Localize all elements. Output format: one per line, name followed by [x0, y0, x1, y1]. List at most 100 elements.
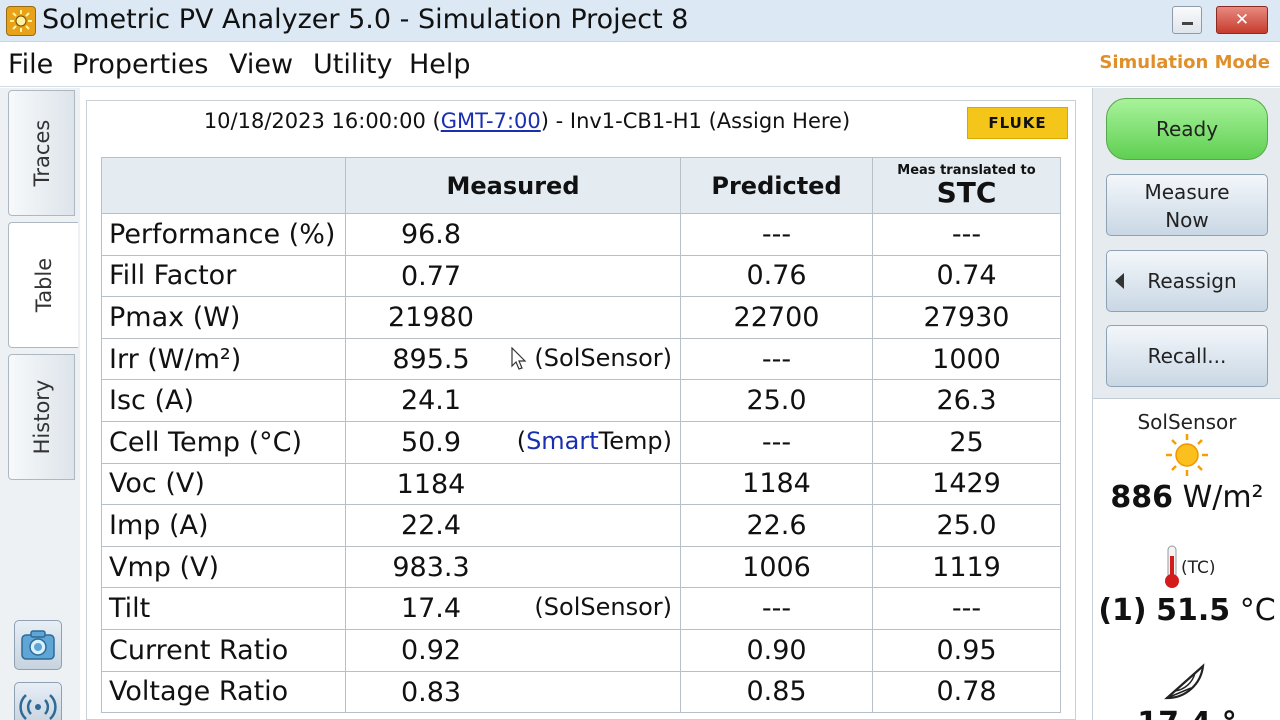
measured-value: 96.8: [400, 219, 462, 250]
measured-cell: 22.4: [345, 504, 681, 547]
menu-bar: File Properties View Utility Help Simula…: [0, 43, 1280, 87]
menu-properties[interactable]: Properties: [72, 46, 208, 84]
mouse-cursor-icon: [511, 347, 527, 370]
row-label: Current Ratio: [101, 628, 346, 672]
arrow-left-icon: [1115, 273, 1124, 289]
tab-traces[interactable]: Traces: [8, 90, 75, 216]
stc-cell: ---: [872, 587, 1061, 630]
predicted-cell: 25.0: [680, 379, 873, 422]
menu-view[interactable]: View: [229, 46, 293, 84]
thermometer-icon: [1165, 545, 1179, 588]
header-predicted: Predicted: [680, 157, 873, 214]
row-label: Vmp (V): [101, 545, 346, 589]
table-row: Tilt 17.4 (SolSensor) --- ---: [101, 587, 1061, 630]
tab-history[interactable]: History: [8, 354, 75, 480]
measured-cell: 1184: [345, 462, 681, 506]
measured-source-text: (: [516, 426, 527, 455]
table-row: Vmp (V) 983.3 1006 1119: [101, 545, 1061, 589]
irradiance-reading: 886 W/m²: [1093, 480, 1280, 515]
predicted-cell: 22700: [680, 296, 873, 339]
action-button-panel: Ready Measure Now Reassign Recall...: [1093, 88, 1280, 399]
protractor-icon: [1164, 663, 1205, 700]
measured-cell: 0.77: [345, 254, 681, 298]
stc-cell: 1429: [872, 462, 1061, 506]
minimize-button[interactable]: [1172, 6, 1202, 34]
stc-cell: 0.78: [872, 670, 1061, 714]
measured-cell: 96.8: [345, 213, 681, 256]
right-panel: Ready Measure Now Reassign Recall... Sol…: [1092, 88, 1280, 720]
table-row: Voltage Ratio 0.83 0.85 0.78: [101, 670, 1061, 714]
irradiance-unit: W/m²: [1182, 480, 1264, 515]
table-row: Fill Factor 0.77 0.76 0.74: [101, 254, 1061, 298]
measured-value: 983.3: [392, 551, 470, 583]
measured-value: 0.92: [400, 634, 462, 666]
predicted-cell: ---: [680, 337, 873, 381]
measurement-datetime: 10/18/2023 16:00:00: [203, 109, 426, 133]
measured-value: 17.4: [400, 593, 462, 625]
row-label: Performance (%): [101, 213, 346, 256]
row-label: Fill Factor: [101, 254, 346, 298]
title-bar: Solmetric PV Analyzer 5.0 - Simulation P…: [0, 0, 1280, 42]
table-row: Irr (W/m²) 895.5 (SolSensor) --- 1000: [101, 337, 1061, 381]
stc-cell: ---: [872, 213, 1061, 256]
temperature-value: 51.5: [1156, 593, 1231, 628]
reassign-button[interactable]: Reassign: [1106, 250, 1268, 312]
measured-cell: 0.83: [345, 670, 681, 714]
row-label: Irr (W/m²): [101, 337, 346, 381]
ready-button[interactable]: Ready: [1106, 98, 1268, 160]
measured-source-highlight: Smart: [526, 426, 599, 455]
predicted-cell: 1184: [680, 462, 873, 506]
predicted-cell: 0.85: [680, 670, 873, 714]
temperature-source-label: (TC): [1181, 558, 1216, 578]
measure-now-line2: Now: [1165, 208, 1209, 232]
temperature-channel: (1): [1098, 593, 1147, 628]
header-measured: Measured: [345, 157, 681, 214]
stc-cell: 25: [872, 420, 1061, 464]
predicted-cell: ---: [680, 213, 873, 256]
recall-button[interactable]: Recall...: [1106, 325, 1268, 387]
table-row: Performance (%) 96.8 --- ---: [101, 213, 1061, 256]
measured-cell: 24.1: [345, 379, 681, 422]
measurement-header: 10/18/2023 16:00:00 (GMT-7:00) - Inv1-CB…: [203, 109, 851, 133]
measure-now-button[interactable]: Measure Now: [1106, 174, 1268, 236]
menu-help[interactable]: Help: [409, 46, 471, 84]
tab-traces-label: Traces: [29, 119, 54, 187]
row-label: Voc (V): [101, 462, 346, 506]
menu-file[interactable]: File: [8, 46, 53, 84]
menu-utility[interactable]: Utility: [313, 46, 392, 84]
tilt-reading: 17.4 °: [1093, 706, 1280, 720]
close-button[interactable]: ✕: [1216, 6, 1268, 34]
header-blank: [101, 157, 346, 214]
header-stc-title: STC: [936, 175, 997, 209]
screenshot-button[interactable]: [14, 620, 62, 670]
measured-cell: 0.92: [345, 628, 681, 672]
stc-cell: 27930: [872, 296, 1061, 339]
row-label: Pmax (W): [101, 296, 346, 339]
table-row: Isc (A) 24.1 25.0 26.3: [101, 379, 1061, 422]
measured-cell: 983.3: [345, 545, 681, 589]
stc-cell: 0.95: [872, 628, 1061, 672]
table-row: Current Ratio 0.92 0.90 0.95: [101, 628, 1061, 672]
tab-table-label: Table: [31, 257, 56, 313]
temperature-reading: (1) 51.5 °C: [1093, 593, 1280, 628]
wireless-button[interactable]: [14, 682, 62, 720]
timezone-link[interactable]: GMT-7:00: [441, 109, 541, 133]
measured-value: 22.4: [400, 510, 462, 542]
measurement-location[interactable]: Inv1-CB1-H1 (Assign Here): [570, 109, 850, 133]
measured-cell: 17.4 (SolSensor): [345, 587, 681, 630]
measured-source: (SmartTemp): [517, 422, 672, 460]
simulation-mode-label: Simulation Mode: [1099, 52, 1270, 73]
measure-now-line1: Measure: [1144, 180, 1230, 204]
table-row: Imp (A) 22.4 22.6 25.0: [101, 504, 1061, 547]
measured-source: (SolSensor): [534, 339, 672, 377]
tab-history-label: History: [29, 379, 54, 455]
measured-value: 50.9: [400, 426, 462, 458]
row-label: Voltage Ratio: [101, 670, 346, 714]
predicted-cell: 1006: [680, 545, 873, 589]
row-label: Tilt: [101, 587, 346, 630]
predicted-cell: ---: [680, 587, 873, 630]
stc-cell: 1119: [872, 545, 1061, 589]
tab-table[interactable]: Table: [8, 222, 78, 348]
header-stc: Meas translated to STC: [872, 157, 1061, 214]
row-label: Cell Temp (°C): [101, 420, 346, 464]
